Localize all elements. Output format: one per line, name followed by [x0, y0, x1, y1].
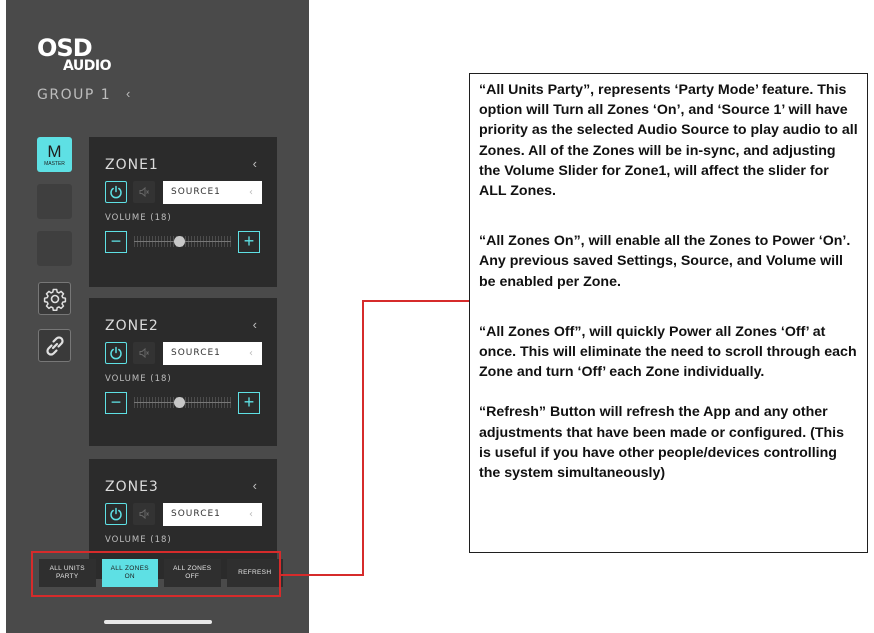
master-button[interactable]: M MASTER — [37, 137, 72, 172]
group-back-chevron-icon[interactable]: ‹ — [126, 86, 130, 101]
volume-up-button[interactable]: + — [238, 392, 260, 414]
zone-chevron-icon[interactable]: ‹ — [253, 156, 257, 171]
speaker-icon — [139, 508, 149, 520]
power-button[interactable] — [105, 503, 127, 525]
all-on-description: “All Zones On”, will enable all the Zone… — [479, 233, 851, 290]
callout-line — [362, 300, 469, 302]
power-icon — [110, 346, 122, 360]
source-select[interactable]: SOURCE1 ‹ — [163, 503, 262, 526]
master-label: MASTER — [44, 161, 65, 167]
zone-card-2: ZONE2 ‹ SOURCE1 ‹ VOLUME (18) − + — [89, 298, 277, 446]
source-value: SOURCE1 — [171, 509, 221, 519]
zone-chevron-icon[interactable]: ‹ — [253, 478, 257, 493]
logo-bottom-text: AUDIO — [62, 58, 112, 74]
home-indicator — [104, 620, 212, 624]
mute-button[interactable] — [133, 503, 155, 525]
volume-label: VOLUME (18) — [105, 374, 172, 384]
volume-slider[interactable] — [134, 236, 231, 247]
volume-down-button[interactable]: − — [105, 392, 127, 414]
slider-knob[interactable] — [173, 397, 185, 408]
gear-icon — [43, 288, 66, 311]
volume-slider[interactable] — [134, 397, 231, 408]
mute-button[interactable] — [133, 342, 155, 364]
all-off-description: “All Zones Off”, will quickly Power all … — [479, 323, 857, 381]
zone-name: ZONE2 — [105, 318, 159, 334]
slider-knob[interactable] — [173, 236, 185, 247]
master-letter: M — [47, 142, 62, 161]
callout-line — [362, 300, 364, 576]
zone-name: ZONE1 — [105, 157, 159, 173]
settings-button[interactable] — [38, 282, 71, 315]
description-box: “All Units Party”, represents ‘Party Mod… — [469, 73, 868, 553]
speaker-icon — [139, 186, 149, 198]
refresh-description: “Refresh” Button will refresh the App an… — [479, 404, 844, 482]
source-select[interactable]: SOURCE1 ‹ — [163, 342, 262, 365]
volume-down-button[interactable]: − — [105, 231, 127, 253]
source-chevron-icon: ‹ — [249, 187, 254, 198]
power-button[interactable] — [105, 181, 127, 203]
zone-card-1: ZONE1 ‹ SOURCE1 ‹ VOLUME (18) − + — [89, 137, 277, 287]
osd-audio-logo: OSD AUDIO — [37, 34, 112, 75]
logo-top-text: OSD — [37, 34, 93, 62]
link-button[interactable] — [38, 329, 71, 362]
power-icon — [110, 185, 122, 199]
highlight-box — [31, 551, 281, 597]
volume-label: VOLUME (18) — [105, 213, 172, 223]
group-title: GROUP 1 — [37, 87, 112, 103]
power-icon — [110, 507, 122, 521]
source-chevron-icon: ‹ — [249, 348, 254, 359]
speaker-icon — [139, 347, 149, 359]
zone-chevron-icon[interactable]: ‹ — [253, 317, 257, 332]
link-icon — [45, 335, 64, 356]
source-select[interactable]: SOURCE1 ‹ — [163, 181, 262, 204]
source-value: SOURCE1 — [171, 348, 221, 358]
power-button[interactable] — [105, 342, 127, 364]
zone-name: ZONE3 — [105, 479, 159, 495]
volume-up-button[interactable]: + — [238, 231, 260, 253]
source-value: SOURCE1 — [171, 187, 221, 197]
source-chevron-icon: ‹ — [249, 509, 254, 520]
volume-label: VOLUME (18) — [105, 535, 172, 545]
sidebar-slot-1[interactable] — [37, 184, 72, 219]
party-description: “All Units Party”, represents ‘Party Mod… — [479, 82, 858, 200]
app-screen: OSD AUDIO GROUP 1 ‹ M MASTER ZONE1 ‹ SOU… — [6, 0, 309, 633]
mute-button[interactable] — [133, 181, 155, 203]
callout-line — [281, 574, 363, 576]
sidebar-slot-2[interactable] — [37, 231, 72, 266]
